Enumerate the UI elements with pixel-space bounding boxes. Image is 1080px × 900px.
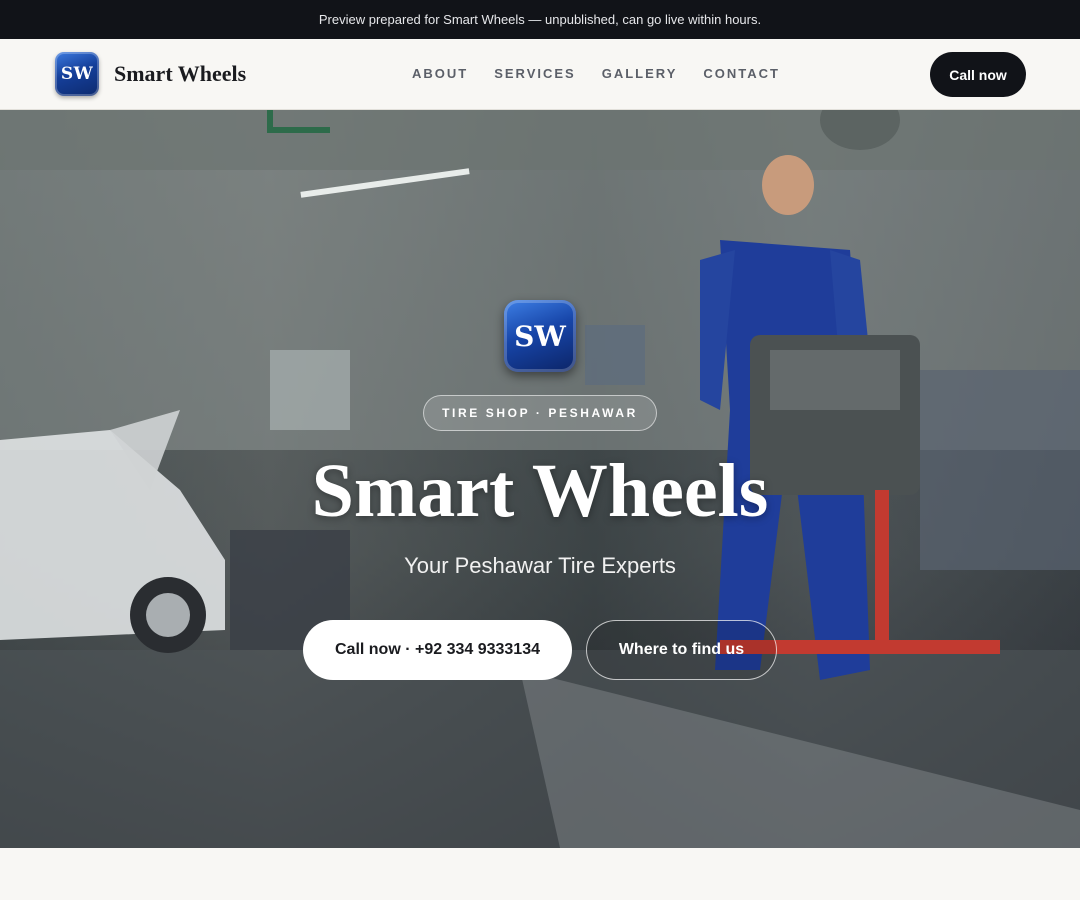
brand-name: Smart Wheels — [114, 61, 247, 86]
hero-subtitle: Your Peshawar Tire Experts — [404, 553, 676, 578]
preview-banner: Preview prepared for Smart Wheels — unpu… — [0, 0, 1080, 39]
hero-section: SW TIRE SHOP · PESHAWAR Smart Wheels You… — [0, 110, 1080, 848]
next-section — [0, 848, 1080, 900]
site-header: SW Smart Wheels ABOUT SERVICES GALLERY C… — [0, 39, 1080, 110]
nav-about[interactable]: ABOUT — [412, 66, 468, 81]
nav-gallery[interactable]: GALLERY — [602, 66, 678, 81]
main-menu: ABOUT SERVICES GALLERY CONTACT — [412, 66, 806, 81]
hero-logo-icon: SW — [504, 300, 576, 372]
hero-call-button[interactable]: Call now · +92 334 9333134 — [303, 620, 572, 680]
nav-services[interactable]: SERVICES — [494, 66, 576, 81]
hero-title: Smart Wheels — [311, 449, 769, 533]
preview-banner-text: Preview prepared for Smart Wheels — unpu… — [318, 12, 762, 27]
nav-contact[interactable]: CONTACT — [703, 66, 780, 81]
header-call-button[interactable]: Call now — [930, 52, 1026, 97]
logo-icon: SW — [55, 52, 99, 96]
hero-tag: TIRE SHOP · PESHAWAR — [423, 395, 657, 431]
brand[interactable]: SW Smart Wheels — [55, 52, 246, 96]
where-to-find-us-button[interactable]: Where to find us — [586, 620, 777, 680]
